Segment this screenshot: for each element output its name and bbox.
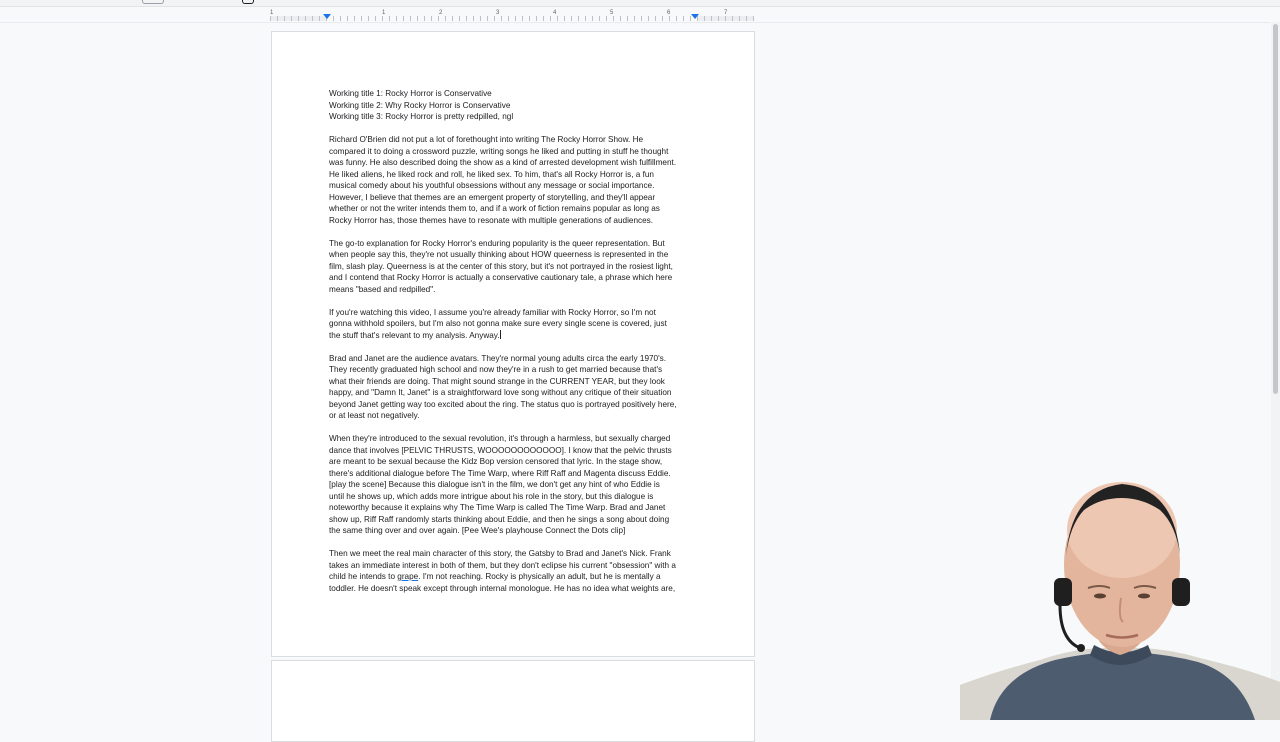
text-line: and I contend that Rocky Horror is actua… xyxy=(329,273,673,282)
text-line: noteworthy because it explains why The T… xyxy=(329,503,666,512)
text-line: When they're introduced to the sexual re… xyxy=(329,434,671,443)
text-line: Then we meet the real main character of … xyxy=(329,549,671,558)
text-line: there's additional dialogue before The T… xyxy=(329,468,671,478)
text-line: happy, and "Damn It, Janet" is a straigh… xyxy=(329,388,672,397)
text-line: Working title 2: Why Rocky Horror is Con… xyxy=(329,100,511,110)
toolbar-button[interactable] xyxy=(142,0,164,4)
toolbar-edge xyxy=(0,0,1280,7)
ruler-number: 1 xyxy=(382,10,386,16)
text-line: Richard O'Brien did not put a lot of for… xyxy=(329,135,644,144)
text-line: when people say this, they're not usuall… xyxy=(329,250,669,259)
text-line: musical comedy about his youthful obsess… xyxy=(329,181,655,190)
text-line: He liked aliens, he liked rock and roll,… xyxy=(329,169,654,179)
ruler-number: 7 xyxy=(724,10,728,16)
paragraph[interactable]: If you're watching this video, I assume … xyxy=(329,307,701,342)
text-cursor xyxy=(499,329,501,339)
paragraph[interactable]: When they're introduced to the sexual re… xyxy=(329,433,701,537)
right-indent-marker[interactable] xyxy=(691,14,699,19)
text-line: Rocky Horror has, those themes have to r… xyxy=(329,215,654,225)
ruler-number: 5 xyxy=(610,10,614,16)
text-line: the same thing over and over again. [Pee… xyxy=(329,526,626,535)
paragraph[interactable]: Working title 1: Rocky Horror is Conserv… xyxy=(329,88,701,123)
text-line: whether or not the writer intends them t… xyxy=(329,204,660,213)
text-line: beyond Janet getting way too excited abo… xyxy=(329,399,677,409)
ruler-divider xyxy=(0,22,1270,23)
text-line: compared it to doing a crossword puzzle,… xyxy=(329,146,669,156)
text-line: [play the scene] Because this dialogue i… xyxy=(329,480,660,489)
text-line: gonna withhold spoilers, but I'm also no… xyxy=(329,319,667,328)
text-line: or at least not negatively. xyxy=(329,411,420,420)
text-line: If you're watching this video, I assume … xyxy=(329,307,656,317)
ruler-number: 1 xyxy=(270,10,274,16)
document-page[interactable]: Working title 1: Rocky Horror is Conserv… xyxy=(271,31,755,657)
text-line: film, slash play. Queerness is at the ce… xyxy=(329,261,673,271)
text-line: Working title 3: Rocky Horror is pretty … xyxy=(329,112,514,121)
text-line: was funny. He also described doing the s… xyxy=(329,158,677,167)
presenter-illustration xyxy=(960,482,1280,720)
paragraph[interactable]: Brad and Janet are the audience avatars.… xyxy=(329,353,701,422)
text-line: child he intends to grape. I'm not reach… xyxy=(329,572,661,581)
text-line: until he shows up, which adds more intri… xyxy=(329,491,654,501)
text-line: the stuff that's relevant to my analysis… xyxy=(329,329,501,340)
paragraph[interactable]: Then we meet the real main character of … xyxy=(329,548,701,594)
text-line: what their friends are doing. That might… xyxy=(329,376,665,386)
ruler-number: 2 xyxy=(439,10,443,16)
text-line: dance that involves [PELVIC THRUSTS, WOO… xyxy=(329,445,672,455)
text-line: They recently graduated high school and … xyxy=(329,365,663,374)
text-line: show up, Riff Raff randomly starts think… xyxy=(329,514,670,524)
text-line: toddler. He doesn't speak except through… xyxy=(329,583,676,593)
text-line: Working title 1: Rocky Horror is Conserv… xyxy=(329,89,492,98)
text-line: Brad and Janet are the audience avatars.… xyxy=(329,353,667,363)
text-line: means "based and redpilled". xyxy=(329,284,436,294)
paragraph[interactable]: Richard O'Brien did not put a lot of for… xyxy=(329,134,701,226)
paragraph[interactable]: The go-to explanation for Rocky Horror's… xyxy=(329,238,701,296)
webcam-overlay xyxy=(960,470,1280,720)
left-indent-marker[interactable] xyxy=(323,14,331,19)
text-line: However, I believe that themes are an em… xyxy=(329,192,656,202)
text-line: takes an immediate interest in both of t… xyxy=(329,560,676,570)
text-line: are meant to be sexual because the Kidz … xyxy=(329,457,663,466)
horizontal-ruler[interactable]: 1 1 2 3 4 5 6 7 xyxy=(270,8,754,22)
document-body[interactable]: Working title 1: Rocky Horror is Conserv… xyxy=(329,88,701,606)
text-color-button[interactable] xyxy=(242,0,254,4)
ruler-ticks xyxy=(270,16,754,21)
text-line: The go-to explanation for Rocky Horror's… xyxy=(329,238,665,248)
scrollbar-thumb[interactable] xyxy=(1273,24,1278,394)
spellcheck-underlined-word[interactable]: grape xyxy=(397,572,418,581)
ruler-number: 3 xyxy=(496,10,500,16)
ruler-number: 4 xyxy=(553,10,557,16)
ruler-number: 6 xyxy=(667,10,671,16)
document-page-2[interactable] xyxy=(271,660,755,742)
